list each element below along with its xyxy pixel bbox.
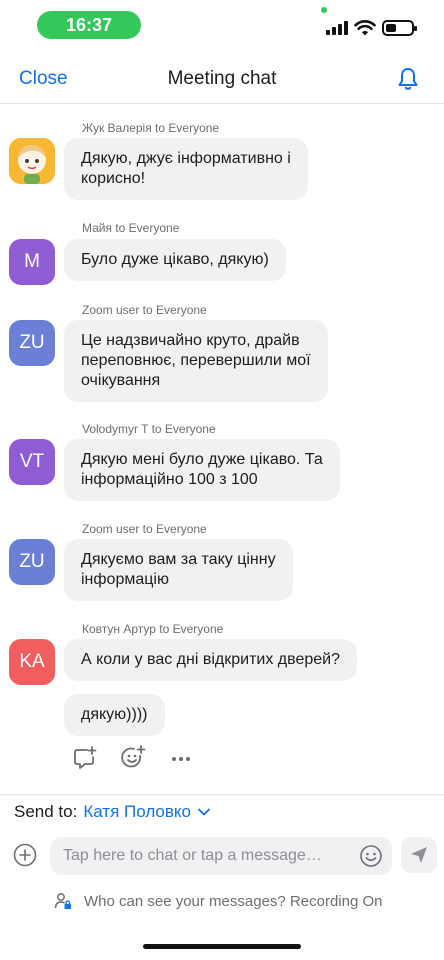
emoji-icon[interactable] (359, 844, 383, 868)
nav-bar: Close Meeting chat (0, 50, 444, 104)
send-button[interactable] (401, 837, 437, 873)
privacy-notice[interactable]: Who can see your messages? Recording On (54, 892, 382, 910)
page-title: Meeting chat (167, 68, 277, 89)
avatar[interactable] (9, 138, 55, 184)
add-emoji-reaction-icon[interactable] (120, 745, 146, 771)
message-line: Дякуємо вам за таку цінну (81, 551, 276, 568)
bell-icon[interactable] (395, 66, 421, 92)
chevron-down-icon[interactable] (197, 805, 211, 819)
send-arrow-icon (411, 847, 427, 863)
message-sender: Volodymyr T to Everyone (82, 422, 216, 436)
message-bubble[interactable]: Дякую, джує інформативно і корисно! (64, 138, 308, 200)
message-actions (72, 745, 194, 771)
cellular-signal-icon (326, 21, 348, 35)
message-sender: Ковтун Артур to Everyone (82, 622, 224, 636)
avatar[interactable]: KA (9, 639, 55, 685)
message-sender: Жук Валерія to Everyone (82, 121, 220, 135)
message-line: дякую)))) (81, 706, 148, 723)
avatar[interactable]: VT (9, 439, 55, 485)
message-line: корисно! (81, 170, 146, 187)
message-bubble[interactable]: дякую)))) (64, 694, 165, 736)
more-icon[interactable] (168, 745, 194, 771)
message-line: інформаційно 100 з 100 (81, 471, 258, 488)
divider (0, 794, 444, 795)
home-indicator (143, 944, 301, 949)
message-line: переповнює, перевершили мої (81, 352, 311, 369)
avatar[interactable]: ZU (9, 539, 55, 585)
message-bubble[interactable]: Дякуємо вам за таку цінну інформацію (64, 539, 293, 601)
message-bubble[interactable]: А коли у вас дні відкритих дверей? (64, 639, 357, 681)
send-to-label: Send to: (14, 802, 78, 821)
message-line: Дякую, джує інформативно і (81, 150, 291, 167)
message-line: очікування (81, 372, 161, 389)
message-line: А коли у вас дні відкритих дверей? (81, 651, 340, 668)
message-bubble[interactable]: Це надзвичайно круто, драйв переповнює, … (64, 320, 328, 402)
camera-indicator-dot (321, 7, 327, 13)
chat-input[interactable]: Tap here to chat or tap a message… (50, 837, 392, 875)
avatar[interactable]: ZU (9, 320, 55, 366)
message-bubble[interactable]: Дякую мені було дуже цікаво. Та інформац… (64, 439, 340, 501)
wifi-icon (354, 20, 376, 36)
message-line: Дякую мені було дуже цікаво. Та (81, 451, 323, 468)
send-to-selector[interactable]: Send to: Катя Половко (14, 802, 211, 822)
person-lock-icon (54, 893, 71, 909)
message-sender: Майя to Everyone (82, 221, 180, 235)
status-bar: 16:37 (0, 0, 444, 50)
message-line: Це надзвичайно круто, драйв (81, 332, 300, 349)
message-bubble[interactable]: Було дуже цікаво, дякую) (64, 239, 286, 281)
avatar[interactable]: M (9, 239, 55, 285)
send-to-recipient[interactable]: Катя Половко (83, 802, 191, 822)
add-attachment-icon[interactable] (13, 843, 37, 867)
message-sender: Zoom user to Everyone (82, 303, 207, 317)
avatar-illustration-icon (9, 138, 55, 184)
add-reply-icon[interactable] (72, 745, 98, 771)
message-sender: Zoom user to Everyone (82, 522, 207, 536)
chat-input-placeholder: Tap here to chat or tap a message… (63, 847, 322, 864)
message-line: Було дуже цікаво, дякую) (81, 251, 269, 268)
message-line: інформацію (81, 571, 169, 588)
privacy-text: Who can see your messages? Recording On (84, 892, 383, 910)
battery-icon (382, 20, 417, 36)
status-time: 16:37 (37, 11, 141, 39)
